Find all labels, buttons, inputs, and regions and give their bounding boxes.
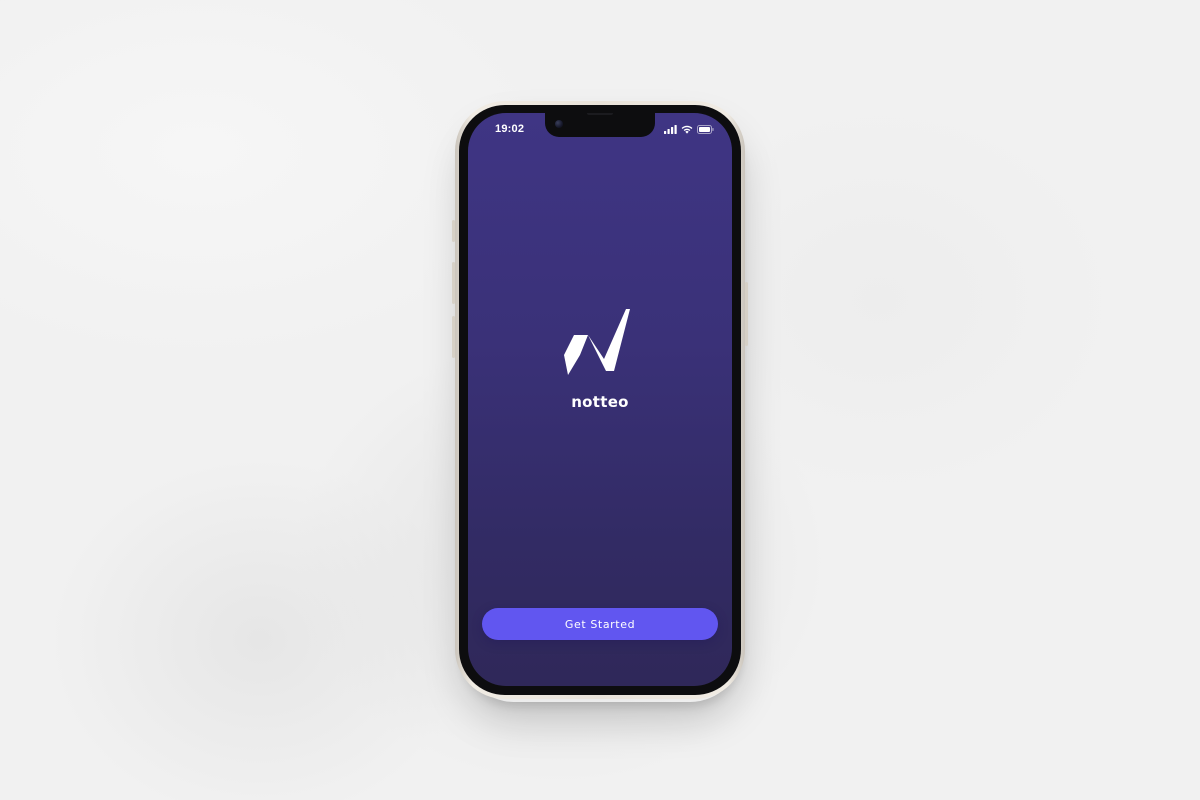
status-time: 19:02 <box>495 123 525 135</box>
camera-notch <box>545 113 655 137</box>
battery-icon <box>697 124 714 134</box>
wifi-icon <box>681 125 693 134</box>
signal-icon <box>664 124 677 134</box>
get-started-button[interactable]: Get Started <box>482 608 718 640</box>
front-camera <box>555 120 563 128</box>
phone-screen: 19:02 notteo Get Started <box>468 113 732 686</box>
app-name: notteo <box>571 393 629 411</box>
power-button <box>745 282 748 346</box>
status-icons <box>664 123 714 135</box>
notteo-logo-icon <box>564 307 636 377</box>
speaker-grille <box>587 113 613 115</box>
